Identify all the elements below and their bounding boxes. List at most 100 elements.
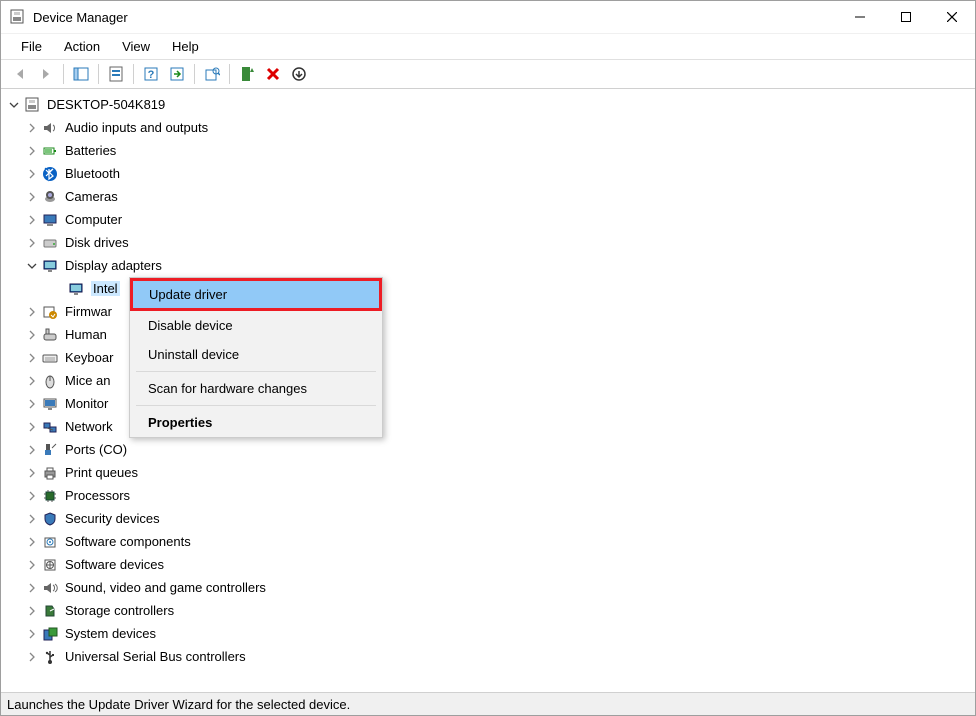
category-row[interactable]: Security devices xyxy=(7,507,975,530)
bluetooth-icon xyxy=(41,165,59,183)
expander-icon[interactable] xyxy=(25,558,39,572)
category-label: Storage controllers xyxy=(65,603,174,618)
context-menu-item[interactable]: Scan for hardware changes xyxy=(130,374,382,403)
help-button[interactable]: ? xyxy=(138,62,164,86)
svg-text:?: ? xyxy=(148,69,155,81)
keyboard-icon xyxy=(41,349,59,367)
expander-icon[interactable] xyxy=(25,328,39,342)
category-label: Keyboar xyxy=(65,350,113,365)
expander-icon[interactable] xyxy=(25,650,39,664)
menu-file[interactable]: File xyxy=(11,35,52,58)
scan-hardware-button[interactable] xyxy=(199,62,225,86)
category-label: Firmwar xyxy=(65,304,112,319)
category-label: Cameras xyxy=(65,189,118,204)
forward-button[interactable] xyxy=(33,62,59,86)
category-row[interactable]: Universal Serial Bus controllers xyxy=(7,645,975,668)
expander-icon[interactable] xyxy=(25,512,39,526)
category-row[interactable]: Bluetooth xyxy=(7,162,975,185)
device-tree[interactable]: DESKTOP-504K819 Audio inputs and outputs… xyxy=(1,89,975,692)
expander-icon[interactable] xyxy=(25,144,39,158)
minimize-button[interactable] xyxy=(837,1,883,33)
category-row[interactable]: Ports (CO) xyxy=(7,438,975,461)
category-label: Software devices xyxy=(65,557,164,572)
context-menu-item[interactable]: Disable device xyxy=(130,311,382,340)
category-row[interactable]: Batteries xyxy=(7,139,975,162)
expander-icon[interactable] xyxy=(25,443,39,457)
tree-root-row[interactable]: DESKTOP-504K819 xyxy=(7,93,975,116)
category-row[interactable]: Processors xyxy=(7,484,975,507)
expander-icon[interactable] xyxy=(25,604,39,618)
expander-icon[interactable] xyxy=(7,98,21,112)
expander-icon[interactable] xyxy=(25,213,39,227)
category-row[interactable]: Sound, video and game controllers xyxy=(7,576,975,599)
category-row[interactable]: Print queues xyxy=(7,461,975,484)
app-icon xyxy=(9,9,25,25)
computer-icon xyxy=(23,96,41,114)
toolbar: ? xyxy=(1,59,975,89)
properties-button[interactable] xyxy=(103,62,129,86)
disable-device-button[interactable] xyxy=(286,62,312,86)
context-menu-item[interactable]: Uninstall device xyxy=(130,340,382,369)
category-label: Computer xyxy=(65,212,122,227)
expander-icon[interactable] xyxy=(25,190,39,204)
category-label: Display adapters xyxy=(65,258,162,273)
battery-icon xyxy=(41,142,59,160)
category-row[interactable]: Computer xyxy=(7,208,975,231)
usb-icon xyxy=(41,648,59,666)
category-row[interactable]: System devices xyxy=(7,622,975,645)
disk-icon xyxy=(41,234,59,252)
expander-icon[interactable] xyxy=(25,374,39,388)
context-menu-item[interactable]: Properties xyxy=(130,408,382,437)
category-row[interactable]: Disk drives xyxy=(7,231,975,254)
expander-icon[interactable] xyxy=(25,305,39,319)
security-icon xyxy=(41,510,59,528)
expander-icon[interactable] xyxy=(25,397,39,411)
display-icon xyxy=(41,257,59,275)
expander-icon[interactable] xyxy=(25,535,39,549)
category-row[interactable]: Display adapters xyxy=(7,254,975,277)
back-button[interactable] xyxy=(7,62,33,86)
uninstall-device-button[interactable] xyxy=(260,62,286,86)
expander-icon[interactable] xyxy=(25,121,39,135)
expander-icon[interactable] xyxy=(25,581,39,595)
expander-icon[interactable] xyxy=(25,627,39,641)
context-menu-item[interactable]: Update driver xyxy=(130,278,382,311)
expander-icon[interactable] xyxy=(25,236,39,250)
device-manager-window: Device Manager File Action View Help ? xyxy=(0,0,976,716)
update-driver-button[interactable] xyxy=(234,62,260,86)
expander-icon[interactable] xyxy=(25,167,39,181)
expander-icon[interactable] xyxy=(25,351,39,365)
category-label: Sound, video and game controllers xyxy=(65,580,266,595)
menu-help[interactable]: Help xyxy=(162,35,209,58)
printer-icon xyxy=(41,464,59,482)
category-label: Mice an xyxy=(65,373,111,388)
expander-icon[interactable] xyxy=(25,466,39,480)
close-button[interactable] xyxy=(929,1,975,33)
network-icon xyxy=(41,418,59,436)
category-row[interactable]: Storage controllers xyxy=(7,599,975,622)
menu-action[interactable]: Action xyxy=(54,35,110,58)
category-label: Processors xyxy=(65,488,130,503)
show-hide-console-tree-button[interactable] xyxy=(68,62,94,86)
sound-icon xyxy=(41,579,59,597)
expander-icon[interactable] xyxy=(25,420,39,434)
maximize-button[interactable] xyxy=(883,1,929,33)
category-label: Disk drives xyxy=(65,235,129,250)
category-row[interactable]: Cameras xyxy=(7,185,975,208)
category-row[interactable]: Software devices xyxy=(7,553,975,576)
action-button[interactable] xyxy=(164,62,190,86)
storage-icon xyxy=(41,602,59,620)
expander-icon[interactable] xyxy=(25,489,39,503)
firmware-icon xyxy=(41,303,59,321)
category-label: Human xyxy=(65,327,107,342)
statusbar: Launches the Update Driver Wizard for th… xyxy=(1,692,975,715)
menu-separator xyxy=(136,371,376,372)
expander-icon[interactable] xyxy=(25,259,39,273)
category-row[interactable]: Software components xyxy=(7,530,975,553)
menu-view[interactable]: View xyxy=(112,35,160,58)
category-row[interactable]: Audio inputs and outputs xyxy=(7,116,975,139)
hid-icon xyxy=(41,326,59,344)
titlebar: Device Manager xyxy=(1,1,975,33)
category-label: Batteries xyxy=(65,143,116,158)
category-label: Monitor xyxy=(65,396,108,411)
